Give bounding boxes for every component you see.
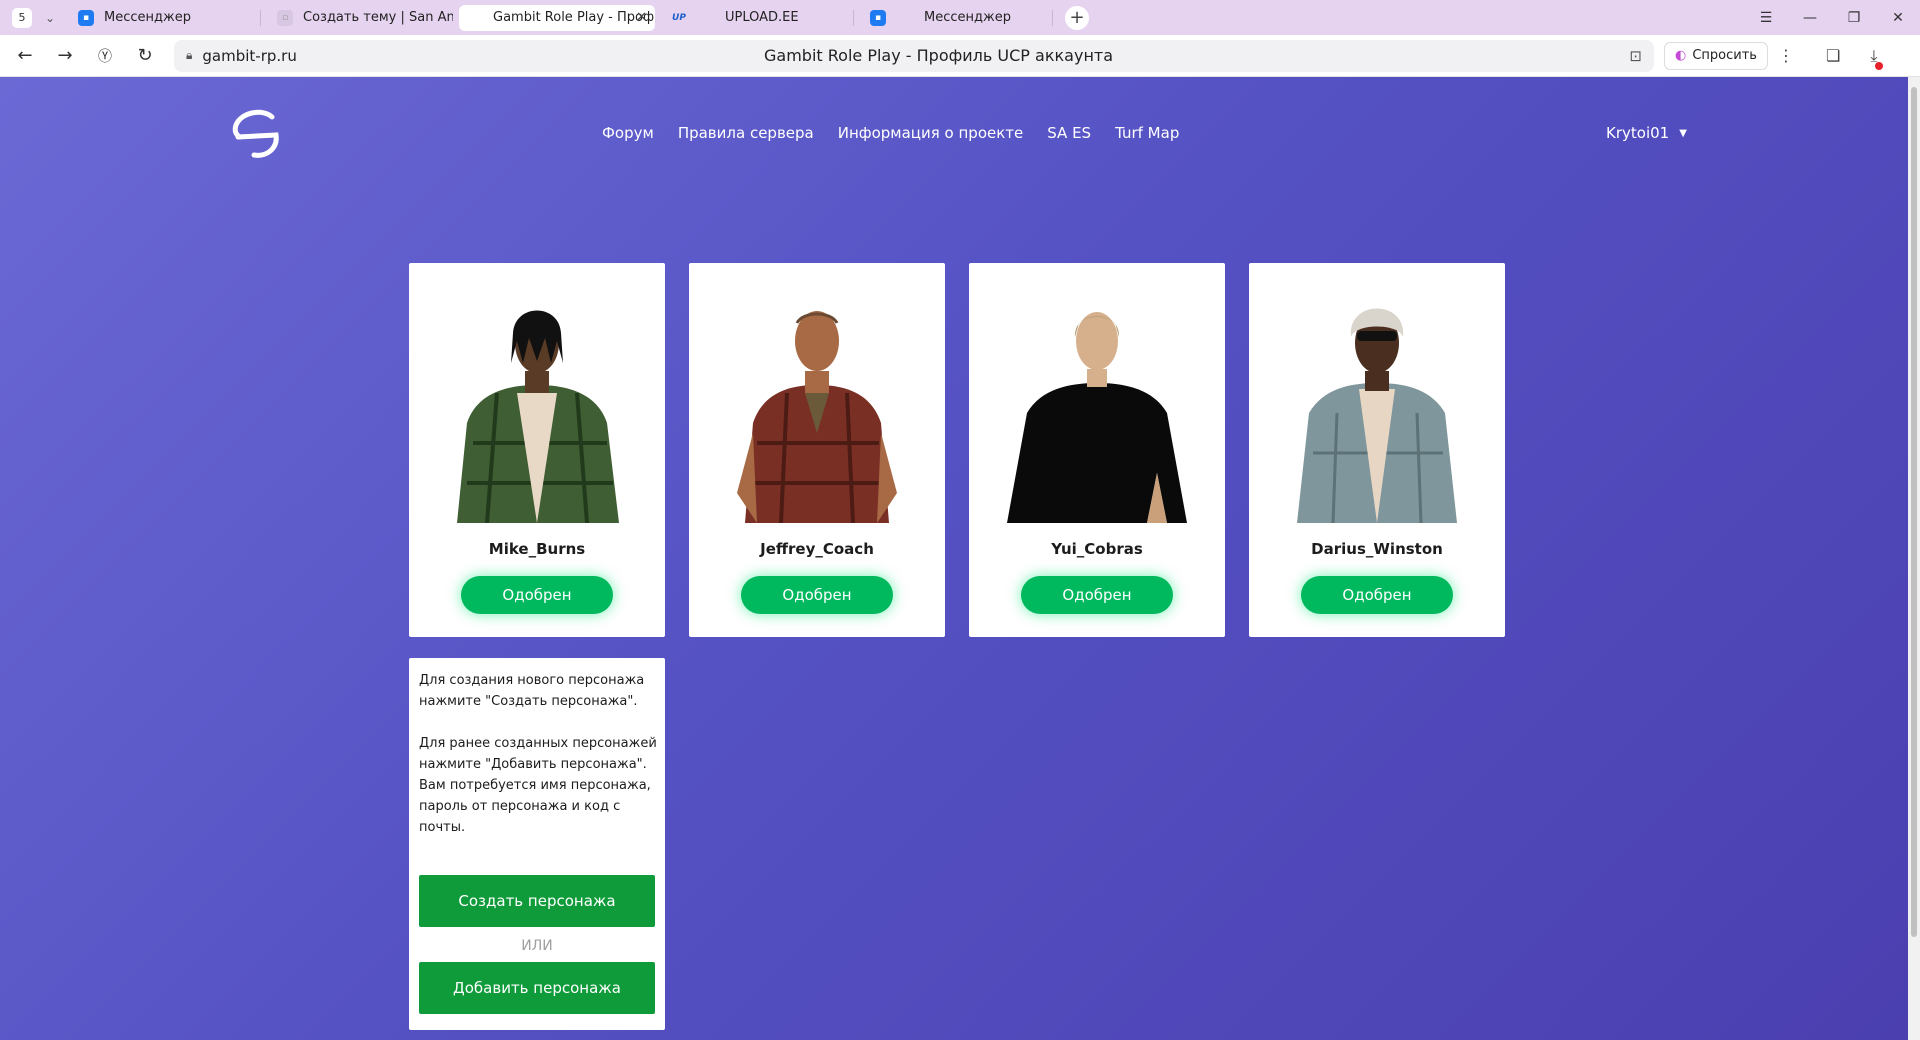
bookmark-icon[interactable]: ⊡ — [1629, 47, 1642, 65]
ai-sparkle-icon: ◐ — [1675, 48, 1687, 63]
character-card[interactable]: Jeffrey_Coach Одобрен — [689, 263, 945, 637]
tab-label: Мессенджер — [924, 10, 1011, 25]
character-avatar — [457, 310, 619, 523]
status-approved-button[interactable]: Одобрен — [1021, 576, 1173, 614]
character-name: Jeffrey_Coach — [760, 540, 874, 558]
tab-messenger-2[interactable]: ▪ Мессенджер — [860, 5, 1046, 31]
tab-label: UPLOAD.EE — [725, 10, 799, 25]
tab-upload[interactable]: UP UPLOAD.EE — [661, 5, 847, 31]
nav-turf-map[interactable]: Turf Map — [1115, 124, 1179, 142]
character-card[interactable]: Darius_Winston Одобрен — [1249, 263, 1505, 637]
nav-sa-es[interactable]: SA ES — [1047, 124, 1091, 142]
character-card[interactable]: Yui_Cobras Одобрен — [969, 263, 1225, 637]
nav-forum[interactable]: Форум — [602, 124, 654, 142]
tab-forum[interactable]: ▫ Создать тему | San Andre — [267, 5, 453, 31]
character-avatar — [1007, 312, 1187, 523]
page-content: Форум Правила сервера Информация о проек… — [0, 77, 1908, 1040]
character-avatar — [737, 311, 897, 523]
ask-label: Спросить — [1692, 48, 1757, 63]
main-nav: Форум Правила сервера Информация о проек… — [602, 124, 1179, 142]
create-hint-text: Для создания нового персонажа нажмите "С… — [419, 673, 645, 709]
user-menu[interactable]: Krytoi01 ▼ — [1606, 124, 1687, 142]
notification-dot — [1875, 61, 1884, 70]
tab-separator — [853, 9, 854, 26]
tab-count-badge[interactable]: 5 — [12, 7, 32, 28]
upload-icon: UP — [672, 12, 686, 23]
tab-separator — [1052, 9, 1053, 26]
close-icon[interactable]: ✕ — [636, 10, 647, 25]
url-field[interactable]: 🔒︎ gambit-rp.ru Gambit Role Play - Профи… — [174, 39, 1654, 72]
minimize-icon[interactable]: — — [1788, 10, 1832, 26]
more-vertical-icon[interactable]: ⋮ — [1776, 46, 1796, 65]
nav-project-info[interactable]: Информация о проекте — [838, 124, 1024, 142]
back-arrow-icon[interactable]: ← — [10, 41, 40, 71]
messenger-icon: ▪ — [78, 9, 94, 26]
reload-icon[interactable]: ↻ — [130, 41, 160, 71]
page-scrollbar[interactable] — [1908, 77, 1920, 1040]
tab-gambit-profile[interactable]: Gambit Role Play - Проф ✕ — [459, 4, 655, 31]
lock-icon: 🔒︎ — [186, 48, 193, 62]
character-avatar — [1297, 308, 1457, 523]
tab-strip: 5 ⌄ ▪ Мессенджер ▫ Создать тему | San An… — [0, 0, 1920, 35]
status-approved-button[interactable]: Одобрен — [1301, 576, 1453, 614]
url-host: gambit-rp.ru — [202, 46, 297, 65]
tab-messenger-1[interactable]: ▪ Мессенджер — [68, 5, 254, 31]
tab-label: Создать тему | San Andre — [303, 10, 453, 25]
chevron-down-icon[interactable]: ⌄ — [38, 6, 62, 30]
menu-icon[interactable]: ☰ — [1744, 10, 1788, 26]
messenger-icon: ▪ — [870, 9, 886, 26]
forward-arrow-icon[interactable]: → — [50, 41, 80, 71]
forum-icon: ▫ — [277, 9, 293, 26]
ask-button[interactable]: ◐ Спросить — [1664, 41, 1768, 70]
add-character-button[interactable]: Добавить персонажа — [419, 962, 655, 1014]
close-window-icon[interactable]: ✕ — [1876, 10, 1920, 26]
nav-server-rules[interactable]: Правила сервера — [678, 124, 814, 142]
username: Krytoi01 — [1606, 124, 1670, 142]
download-icon[interactable]: ⤓ — [1870, 46, 1884, 70]
page-title: Gambit Role Play - Профиль UCP аккаунта — [764, 46, 1114, 65]
create-character-panel: Для создания нового персонажа нажмите "С… — [409, 658, 665, 1030]
scrollbar-thumb[interactable] — [1911, 87, 1917, 937]
yandex-icon[interactable]: Ⓨ — [90, 41, 120, 71]
character-name: Yui_Cobras — [1051, 540, 1143, 558]
tab-label: Мессенджер — [104, 10, 191, 25]
caret-down-icon: ▼ — [1679, 127, 1687, 139]
gambit-logo[interactable] — [228, 105, 288, 161]
collections-icon[interactable]: ❏ — [1826, 46, 1840, 65]
character-card[interactable]: Mike_Burns Одобрен — [409, 263, 665, 637]
tab-label: Gambit Role Play - Проф — [493, 10, 655, 25]
character-cards: Mike_Burns Одобрен Jeffrey_Coach Одобрен — [409, 263, 1505, 637]
restore-icon[interactable]: ❐ — [1832, 10, 1876, 26]
character-name: Mike_Burns — [488, 540, 586, 558]
new-tab-button[interactable]: + — [1065, 5, 1089, 30]
tab-separator — [260, 9, 261, 26]
character-name: Darius_Winston — [1311, 540, 1443, 558]
status-approved-button[interactable]: Одобрен — [741, 576, 893, 614]
or-divider: ИЛИ — [521, 938, 553, 954]
create-character-button[interactable]: Создать персонажа — [419, 875, 655, 927]
address-bar: ← → Ⓨ ↻ 🔒︎ gambit-rp.ru Gambit Role Play… — [0, 35, 1920, 77]
status-approved-button[interactable]: Одобрен — [461, 576, 613, 614]
window-controls: ☰ — ❐ ✕ — [1744, 0, 1920, 35]
add-hint-text: Для ранее созданных персонажей нажмите "… — [419, 736, 657, 835]
